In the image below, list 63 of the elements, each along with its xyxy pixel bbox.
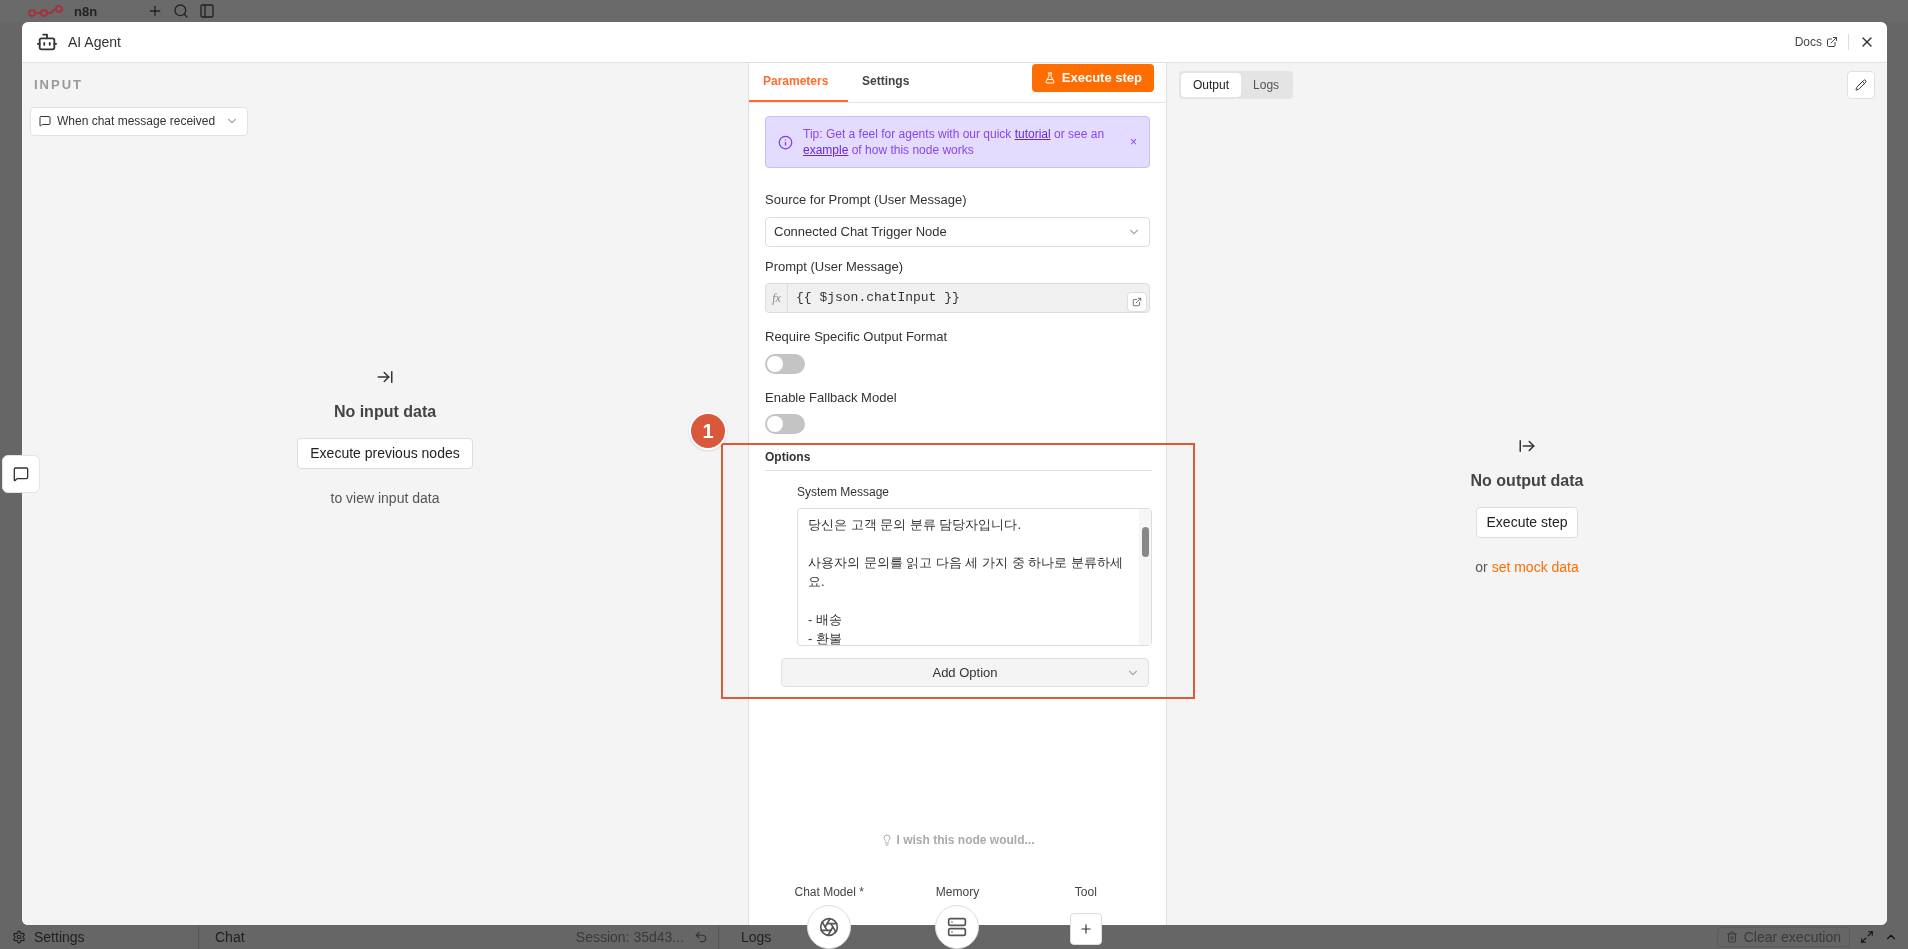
lightbulb-icon	[880, 834, 893, 846]
connector-label: Tool	[1074, 884, 1097, 901]
add-option-button[interactable]: Add Option	[781, 658, 1149, 687]
popout-icon[interactable]	[1860, 930, 1874, 944]
open-editor-button[interactable]	[1127, 292, 1147, 312]
window-title: AI Agent	[68, 32, 121, 52]
server-icon	[947, 917, 968, 937]
field-label: Prompt (User Message)	[765, 257, 904, 276]
chat-bubble-icon	[39, 115, 51, 127]
aperture-icon	[819, 917, 840, 937]
search-icon[interactable]	[173, 3, 190, 19]
hint-text: to view input data	[330, 488, 440, 508]
field-label: Source for Prompt (User Message)	[765, 191, 968, 209]
external-link-icon	[1826, 36, 1838, 48]
external-link-icon	[1132, 297, 1142, 307]
info-icon	[778, 134, 793, 150]
toggle-switch[interactable]	[765, 353, 805, 374]
connector-label: Memory	[935, 884, 980, 901]
execute-previous-button[interactable]: Execute previous nodes	[297, 437, 473, 469]
add-tool-button[interactable]	[1069, 913, 1102, 945]
edit-button[interactable]	[1847, 71, 1875, 99]
select-field[interactable]: Connected Chat Trigger Node	[765, 216, 1150, 247]
memory-node[interactable]	[935, 905, 980, 949]
robot-icon	[36, 31, 58, 53]
scrollbar[interactable]	[1139, 509, 1151, 645]
panel-heading: INPUT	[33, 76, 84, 94]
tip-close-button[interactable]: ×	[1130, 133, 1137, 151]
tab[interactable]: Output	[1181, 73, 1242, 97]
undo-icon[interactable]	[694, 930, 708, 944]
hint-text: or	[1475, 558, 1488, 577]
chat-label: Chat	[215, 927, 245, 947]
fx-label: fx	[766, 284, 788, 312]
trash-icon	[1725, 931, 1738, 943]
model-node[interactable]	[807, 905, 852, 949]
chat-button[interactable]	[2, 455, 40, 493]
execute-step-button[interactable]: Execute step	[1475, 507, 1579, 538]
toggle-switch[interactable]	[765, 414, 805, 434]
expression-field[interactable]: fx {{ $json.chatInput }}	[765, 283, 1150, 313]
expression-value: {{ $json.chatInput }}	[795, 289, 961, 308]
trigger-select[interactable]: When chat message received	[30, 106, 249, 136]
flask-icon	[1043, 72, 1056, 84]
options-heading: Options	[765, 448, 1152, 471]
system-message-field[interactable]: 당신은 고객 문의 분류 담당자입니다. 사용자의 문의를 읽고 다음 세 가지 중 하나로 분류하세요. - 배송 - 환불	[797, 508, 1152, 646]
tip-link[interactable]: example	[803, 143, 849, 157]
app-name: n8n	[74, 4, 98, 18]
sidebar-toggle-icon[interactable]	[199, 3, 216, 19]
tip-link[interactable]: tutorial	[1014, 127, 1051, 141]
pencil-icon	[1855, 79, 1867, 91]
plus-icon	[1078, 922, 1093, 936]
empty-title: No output data	[1470, 471, 1584, 491]
tab[interactable]: Logs	[1241, 73, 1292, 97]
settings-icon[interactable]	[12, 930, 26, 944]
connector-label: Chat Model *	[794, 884, 864, 901]
field-label: System Message	[797, 484, 891, 501]
docs-link[interactable]: Docs	[1794, 33, 1838, 51]
tip-text: Tip: Get a feel for agents with our quick tutorial or see an example of how this node works	[803, 126, 1106, 158]
logs-label: Logs	[741, 927, 772, 947]
field-label: Enable Fallback Model	[765, 388, 898, 407]
tab[interactable]: Settings	[848, 62, 924, 102]
field-label: Require Specific Output Format	[765, 328, 949, 346]
logo-icon	[28, 4, 64, 18]
empty-title: No input data	[333, 401, 437, 422]
chat-bubble-icon	[13, 466, 29, 482]
